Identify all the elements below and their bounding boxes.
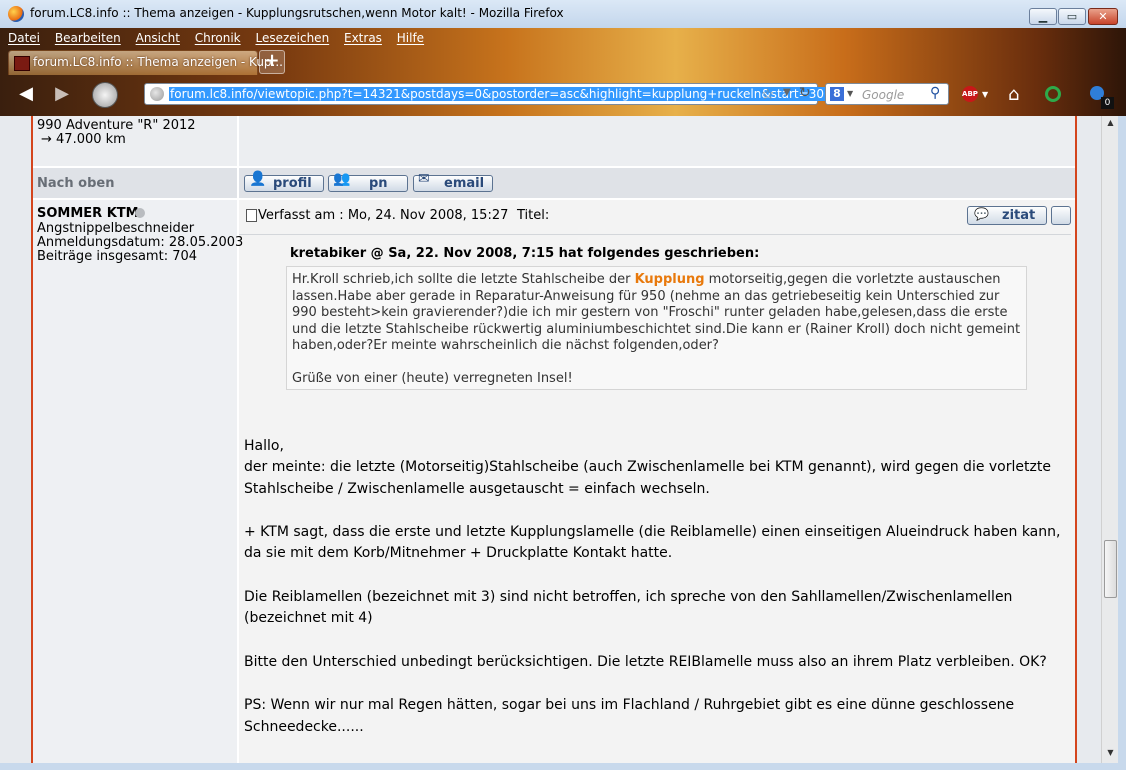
url-bar[interactable]: forum.lc8.info/viewtopic.php?t=14321&pos… bbox=[144, 83, 825, 105]
post-header-divider bbox=[239, 234, 1071, 235]
pm-button-label: pn bbox=[369, 176, 388, 191]
quote-line: und die letzte Stahlscheibe rückwertig a… bbox=[292, 322, 1021, 337]
menu-datei[interactable]: Datei bbox=[8, 31, 40, 45]
window-frame-right bbox=[1118, 116, 1126, 770]
quote-line: 990 besteht>kein gravierender?)die ich m… bbox=[292, 305, 1008, 320]
scroll-up-icon[interactable]: ▲ bbox=[1102, 118, 1119, 127]
page-border-right bbox=[1075, 116, 1077, 763]
private-message-button[interactable]: 👥 pn bbox=[328, 171, 408, 192]
user-icon: 👤 bbox=[249, 171, 267, 187]
firefox-logo-icon bbox=[8, 6, 24, 22]
post-subject-label: Titel: bbox=[517, 208, 550, 223]
post-body-line: Bitte den Unterschied unbedingt berücksi… bbox=[244, 654, 1047, 670]
menu-extras[interactable]: Extras bbox=[344, 31, 382, 45]
tab-label: forum.LC8.info :: Thema anzeigen - Kup..… bbox=[33, 55, 283, 69]
minimize-button[interactable]: ▁ bbox=[1029, 8, 1057, 25]
post-document-icon bbox=[246, 209, 257, 222]
search-highlight: Kupplung bbox=[634, 272, 705, 287]
history-dropdown-icon[interactable]: ▼ bbox=[783, 87, 791, 98]
adblock-dropdown-icon[interactable]: ▼ bbox=[982, 90, 988, 99]
prev-post-author-cell: 990 Adventure "R" 2012 → 47.000 km bbox=[33, 116, 237, 166]
post-date: Verfasst am : Mo, 24. Nov 2008, 15:27 bbox=[258, 208, 509, 223]
window-titlebar: forum.LC8.info :: Thema anzeigen - Kuppl… bbox=[0, 0, 1126, 29]
author-column bbox=[33, 200, 237, 763]
bookmark-star-icon[interactable]: ☆ bbox=[761, 85, 774, 103]
page-viewport: 990 Adventure "R" 2012 → 47.000 km Nach … bbox=[0, 116, 1101, 763]
scroll-thumb[interactable] bbox=[1104, 540, 1117, 598]
post-body-line: Stahlscheibe / Zwischenlamelle ausgetaus… bbox=[244, 481, 710, 497]
window-frame-bottom bbox=[0, 763, 1126, 770]
author-post-count: Beiträge insgesamt: 704 bbox=[37, 249, 198, 264]
menu-ansicht[interactable]: Ansicht bbox=[136, 31, 180, 45]
signature-km: → 47.000 km bbox=[41, 132, 126, 147]
close-window-button[interactable]: ✕ bbox=[1088, 8, 1118, 25]
menu-bar: Datei Bearbeiten Ansicht Chronik Lesezei… bbox=[8, 31, 435, 47]
post-body-line: (bezeichnet mit 4) bbox=[244, 610, 373, 626]
home-icon[interactable]: ⌂ bbox=[1008, 84, 1019, 105]
quote-line: Hr.Kroll schrieb,ich sollte die letzte S… bbox=[292, 272, 1001, 287]
engine-dropdown-icon[interactable]: ▼ bbox=[847, 89, 853, 98]
profile-button[interactable]: 👤 profil bbox=[244, 171, 324, 192]
signature-bike: 990 Adventure "R" 2012 bbox=[37, 118, 196, 133]
new-tab-button[interactable]: + bbox=[259, 50, 285, 74]
vertical-scrollbar[interactable]: ▲ ▼ bbox=[1101, 116, 1119, 763]
scroll-down-icon[interactable]: ▼ bbox=[1102, 748, 1119, 757]
offline-status-icon bbox=[135, 208, 145, 218]
quote-box: Hr.Kroll schrieb,ich sollte die letzte S… bbox=[286, 266, 1027, 390]
maximize-button[interactable]: ▭ bbox=[1058, 8, 1086, 25]
envelope-icon: ✉ bbox=[418, 171, 430, 187]
post-body-line: Hallo, bbox=[244, 438, 284, 454]
menu-bearbeiten[interactable]: Bearbeiten bbox=[55, 31, 121, 45]
adblock-plus-icon[interactable]: ABP bbox=[962, 86, 978, 102]
speech-bubble-icon: 💬 bbox=[974, 207, 989, 221]
sync-icon[interactable] bbox=[1045, 86, 1061, 102]
menu-chronik[interactable]: Chronik bbox=[195, 31, 241, 45]
quote-button[interactable]: 💬 zitat bbox=[967, 206, 1047, 225]
email-button[interactable]: ✉ email bbox=[413, 171, 493, 192]
back-to-top-link[interactable]: Nach oben bbox=[37, 176, 114, 191]
url-text[interactable]: forum.lc8.info/viewtopic.php?t=14321&pos… bbox=[169, 87, 825, 101]
post-author[interactable]: SOMMER KTM bbox=[37, 206, 139, 221]
post-body-line: Die Reiblamellen (bezeichnet mit 3) sind… bbox=[244, 589, 1013, 605]
forum-page: 990 Adventure "R" 2012 → 47.000 km Nach … bbox=[33, 116, 1075, 763]
addon-badge: 0 bbox=[1101, 97, 1114, 109]
reload-icon[interactable]: ↻ bbox=[799, 85, 811, 101]
quote-line: lassen.Habe aber gerade in Reparatur-Anw… bbox=[292, 289, 1000, 304]
email-button-label: email bbox=[444, 176, 485, 191]
site-identity-icon[interactable] bbox=[150, 87, 164, 101]
site-favicon-icon bbox=[14, 56, 30, 71]
post-body-line: Schneedecke...... bbox=[244, 719, 364, 735]
prev-post-body-cell bbox=[239, 116, 1075, 166]
post-body-line: PS: Wenn wir nur mal Regen hätten, sogar… bbox=[244, 697, 1015, 713]
google-engine-icon[interactable]: 8 bbox=[830, 87, 844, 101]
post-body-line: + KTM sagt, dass die erste und letzte Ku… bbox=[244, 524, 1061, 540]
search-icon[interactable]: ⚲ bbox=[930, 85, 940, 101]
back-button[interactable]: ◀ bbox=[14, 82, 38, 106]
author-rank: Angstnippelbeschneider bbox=[37, 221, 195, 236]
menu-lesezeichen[interactable]: Lesezeichen bbox=[255, 31, 329, 45]
quote-button-label: zitat bbox=[1002, 208, 1036, 223]
menu-hilfe[interactable]: Hilfe bbox=[397, 31, 424, 45]
author-joined: Anmeldungsdatum: 28.05.2003 bbox=[37, 235, 244, 250]
profile-button-label: profil bbox=[273, 176, 312, 191]
search-bar[interactable]: 8 ▼ Google ⚲ bbox=[825, 83, 949, 105]
users-icon: 👥 bbox=[333, 171, 351, 187]
quote-line: haben,oder?Er meinte wahrscheinlich die … bbox=[292, 338, 719, 353]
stop-icon[interactable] bbox=[92, 82, 118, 108]
search-placeholder[interactable]: Google bbox=[862, 88, 904, 102]
quote-line: Grüße von einer (heute) verregneten Inse… bbox=[292, 371, 573, 386]
browser-tab[interactable]: forum.LC8.info :: Thema anzeigen - Kup..… bbox=[8, 50, 283, 75]
quote-header: kretabiker @ Sa, 22. Nov 2008, 7:15 hat … bbox=[290, 246, 760, 261]
edit-icon[interactable] bbox=[1051, 206, 1071, 225]
post-body-line: da sie mit dem Korb/Mitnehmer + Druckpla… bbox=[244, 545, 673, 561]
window-title: forum.LC8.info :: Thema anzeigen - Kuppl… bbox=[30, 6, 564, 20]
post-body-line: der meinte: die letzte (Motorseitig)Stah… bbox=[244, 459, 1051, 475]
forward-button[interactable]: ▶ bbox=[50, 82, 74, 106]
